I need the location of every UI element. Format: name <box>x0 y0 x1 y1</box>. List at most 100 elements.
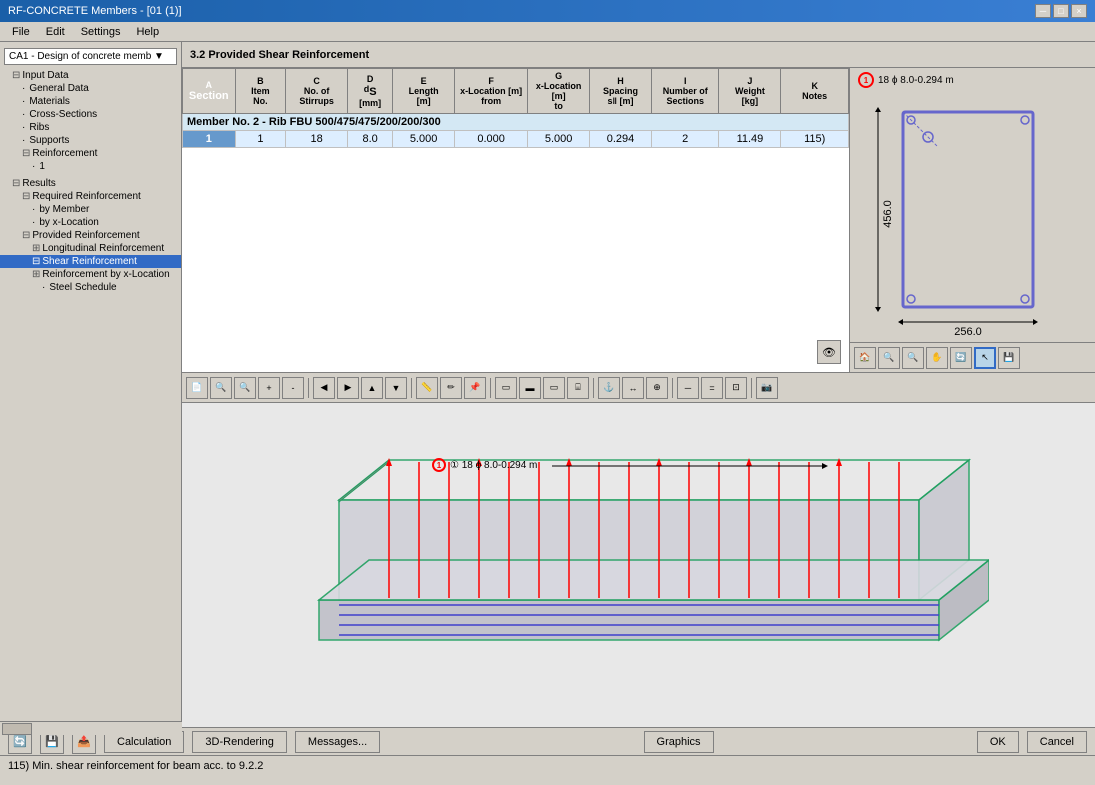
cs-rotate-button[interactable]: 🔄 <box>950 347 972 369</box>
cs-cursor-button[interactable]: ↖ <box>974 347 996 369</box>
tool-minus[interactable]: ─ <box>677 377 699 399</box>
sidebar-by-xlocation[interactable]: · by x-Location <box>0 216 181 229</box>
eye-button[interactable]: 👁 <box>817 340 841 364</box>
minimize-button[interactable]: ─ <box>1035 4 1051 18</box>
main-container: CA1 - Design of concrete memb ▼ ⊟ Input … <box>0 42 1095 727</box>
menu-settings[interactable]: Settings <box>73 24 129 40</box>
separator-2 <box>411 378 412 398</box>
annotation-label: ① 18 ϕ 8.0-0.294 m <box>450 460 537 471</box>
sidebar-reinforcement-1[interactable]: · 1 <box>0 160 181 173</box>
svg-text:456.0: 456.0 <box>882 200 894 228</box>
ok-button[interactable]: OK <box>977 731 1019 753</box>
col-e-header: ELength[m] <box>393 69 455 114</box>
col-j-header: JWeight[kg] <box>719 69 781 114</box>
sidebar-longitudinal[interactable]: ⊞ Longitudinal Reinforcement <box>0 242 181 255</box>
cs-zoomout-button[interactable]: 🔍 <box>902 347 924 369</box>
svg-text:256.0: 256.0 <box>954 326 982 337</box>
menu-help[interactable]: Help <box>128 24 167 40</box>
menu-edit[interactable]: Edit <box>38 24 73 40</box>
separator-6 <box>751 378 752 398</box>
col-g-header: Gx-Location [m]to <box>528 69 590 114</box>
separator-5 <box>672 378 673 398</box>
sidebar-ribs[interactable]: · Ribs <box>0 121 181 134</box>
tool-home[interactable]: 📄 <box>186 377 208 399</box>
member-row: Member No. 2 - Rib FBU 500/475/475/200/2… <box>183 114 849 131</box>
sidebar-cross-sections[interactable]: · Cross-Sections <box>0 108 181 121</box>
input-data-section: ⊟ Input Data · General Data · Materials … <box>0 67 181 175</box>
sidebar-supports[interactable]: · Supports <box>0 134 181 147</box>
sidebar-steel-schedule[interactable]: · Steel Schedule <box>0 281 181 294</box>
status-text: 115) Min. shear reinforcement for beam a… <box>8 760 263 772</box>
col-d-header: DdS[mm] <box>348 69 393 114</box>
sidebar-scrollbar[interactable] <box>0 721 182 735</box>
sidebar-shear-reinforcement[interactable]: ⊟ Shear Reinforcement <box>0 255 181 268</box>
tool-zoom-in[interactable]: + <box>258 377 280 399</box>
title-bar: RF-CONCRETE Members - [01 (1)] ─ □ × <box>0 0 1095 22</box>
tool-pan-up[interactable]: ▲ <box>361 377 383 399</box>
menu-file[interactable]: File <box>4 24 38 40</box>
graphics-toolbar: 📄 🔍 🔍 + - ◀ ▶ ▲ ▼ 📏 ✏ 📌 ▭ ▬ ▭ ⌸ ⚓ ↔ ⊕ ─ <box>182 373 1095 403</box>
tool-bars[interactable]: ⌸ <box>567 377 589 399</box>
tool-equal[interactable]: = <box>701 377 723 399</box>
annotation-arrow <box>552 456 832 476</box>
data-table-area: ASection BItemNo. CNo. ofStirrups DdS[mm… <box>182 68 850 372</box>
sidebar-materials[interactable]: · Materials <box>0 95 181 108</box>
sidebar-input-data[interactable]: ⊟ Input Data <box>0 69 181 82</box>
separator-4 <box>593 378 594 398</box>
tool-anchor[interactable]: ⚓ <box>598 377 620 399</box>
tool-pan-down[interactable]: ▼ <box>385 377 407 399</box>
sidebar-provided-reinforcement[interactable]: ⊟ Provided Reinforcement <box>0 229 181 242</box>
tool-rect2[interactable]: ▬ <box>519 377 541 399</box>
cell-notes: 115) <box>781 131 849 148</box>
rendering-button[interactable]: 3D-Rendering <box>192 731 286 753</box>
results-section: ⊟ Results ⊟ Required Reinforcement · by … <box>0 175 181 296</box>
sidebar-reinforcement[interactable]: ⊟ Reinforcement <box>0 147 181 160</box>
sidebar: CA1 - Design of concrete memb ▼ ⊟ Input … <box>0 42 182 727</box>
close-button[interactable]: × <box>1071 4 1087 18</box>
tool-pan-left[interactable]: ◀ <box>313 377 335 399</box>
sidebar-reinforcement-by-x[interactable]: ⊞ Reinforcement by x-Location <box>0 268 181 281</box>
beam-3d-container <box>182 403 1095 727</box>
col-i-header: INumber ofSections <box>651 69 719 114</box>
sidebar-required-reinforcement[interactable]: ⊟ Required Reinforcement <box>0 190 181 203</box>
maximize-button[interactable]: □ <box>1053 4 1069 18</box>
top-content: ASection BItemNo. CNo. ofStirrups DdS[mm… <box>182 68 1095 373</box>
messages-button[interactable]: Messages... <box>295 731 380 753</box>
tool-measure[interactable]: 📏 <box>416 377 438 399</box>
tool-rect3[interactable]: ▭ <box>543 377 565 399</box>
cs-save-button[interactable]: 💾 <box>998 347 1020 369</box>
beam-annotation: 1 ① 18 ϕ 8.0-0.294 m <box>432 458 537 472</box>
separator-1 <box>308 378 309 398</box>
cs-home-button[interactable]: 🏠 <box>854 347 876 369</box>
window-controls: ─ □ × <box>1035 4 1087 18</box>
tool-section[interactable]: ⊡ <box>725 377 747 399</box>
tool-rect1[interactable]: ▭ <box>495 377 517 399</box>
graphics-button[interactable]: Graphics <box>644 731 714 753</box>
sidebar-by-member[interactable]: · by Member <box>0 203 181 216</box>
cross-section-drawing: 256.0 456.0 <box>850 92 1095 342</box>
cancel-button[interactable]: Cancel <box>1027 731 1087 753</box>
tool-camera[interactable]: 📷 <box>756 377 778 399</box>
tool-zoom-window[interactable]: 🔍 <box>210 377 232 399</box>
tool-dim[interactable]: ↔ <box>622 377 644 399</box>
cross-section-label: 18 ϕ 8.0-0.294 m <box>878 75 954 86</box>
cross-section-svg: 256.0 456.0 <box>873 97 1073 337</box>
table-row[interactable]: 1 1 18 8.0 5.000 0.000 5.000 0.294 2 11.… <box>183 131 849 148</box>
cs-pan-button[interactable]: ✋ <box>926 347 948 369</box>
tool-edit[interactable]: ✏ <box>440 377 462 399</box>
cs-zoom-button[interactable]: 🔍 <box>878 347 900 369</box>
tool-zoom-all[interactable]: 🔍 <box>234 377 256 399</box>
tool-select[interactable]: 📌 <box>464 377 486 399</box>
3d-view: 1 ① 18 ϕ 8.0-0.294 m <box>182 403 1095 727</box>
beam-3d-svg <box>289 440 989 690</box>
sidebar-results[interactable]: ⊟ Results <box>0 177 181 190</box>
case-dropdown[interactable]: CA1 - Design of concrete memb ▼ <box>4 48 177 65</box>
cell-spacing: 0.294 <box>590 131 652 148</box>
reinforcement-table: ASection BItemNo. CNo. ofStirrups DdS[mm… <box>182 68 849 148</box>
scroll-thumb[interactable] <box>2 723 32 735</box>
tool-zoom-out[interactable]: - <box>282 377 304 399</box>
tool-pan-right[interactable]: ▶ <box>337 377 359 399</box>
tool-snap[interactable]: ⊕ <box>646 377 668 399</box>
window-title: RF-CONCRETE Members - [01 (1)] <box>8 5 182 17</box>
sidebar-general-data[interactable]: · General Data <box>0 82 181 95</box>
